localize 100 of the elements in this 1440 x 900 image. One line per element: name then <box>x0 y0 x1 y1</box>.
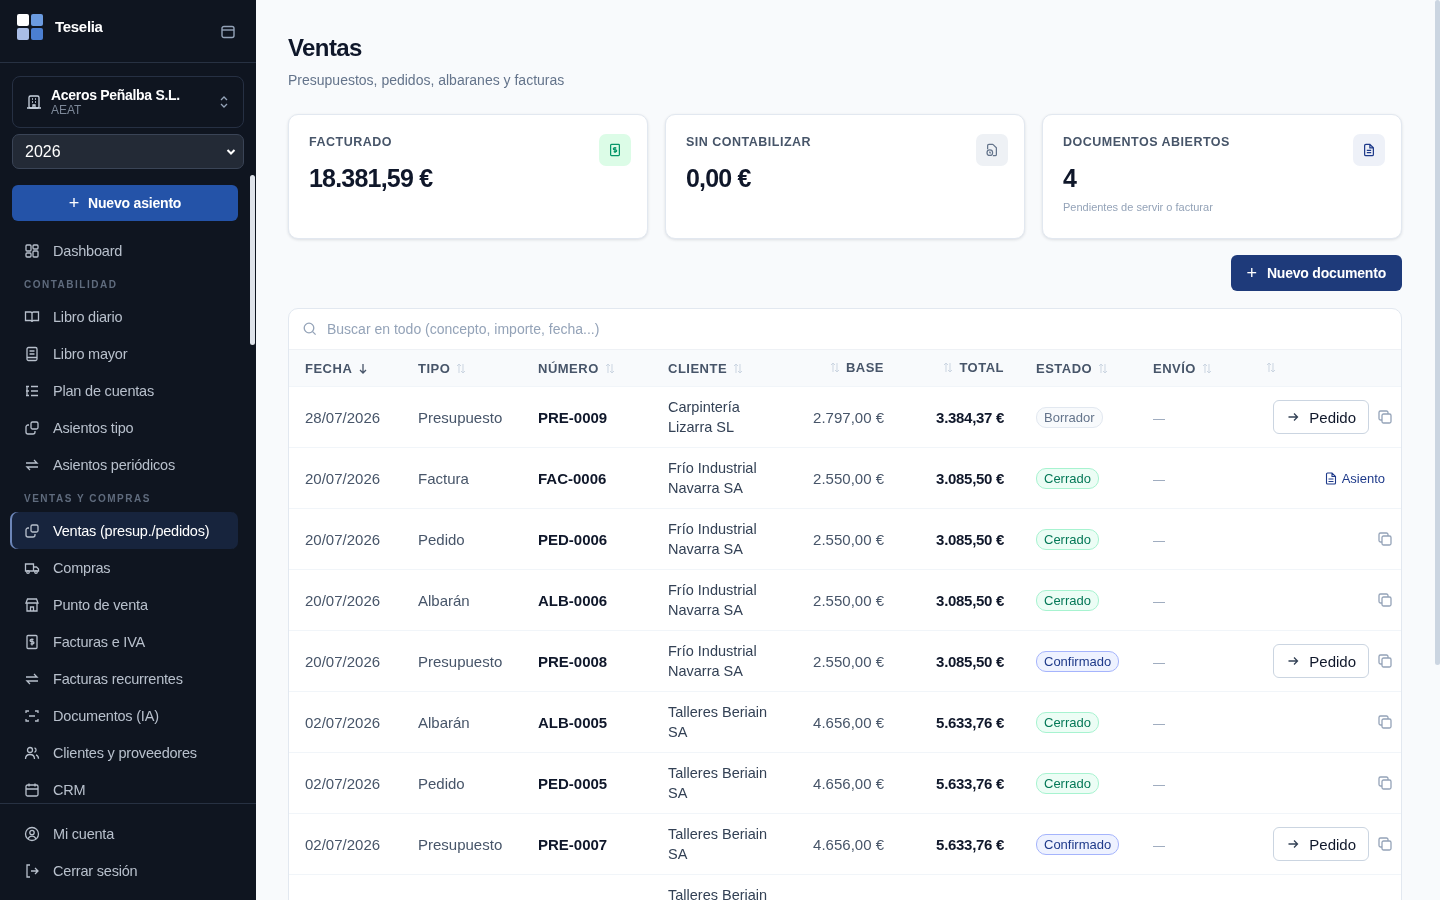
document-number[interactable]: PRE-0008 <box>538 652 608 670</box>
account-menu-item[interactable]: Mi cuenta <box>10 815 238 852</box>
copy-icon[interactable] <box>1377 592 1393 608</box>
company-subtitle: AEAT <box>51 103 83 117</box>
table-cell: 20/07/2026 <box>305 652 381 670</box>
convert-button[interactable]: Pedido <box>1273 644 1369 678</box>
nav-item[interactable]: CRM <box>10 771 238 803</box>
table-cell-text: Frío Industrial Navarra SA <box>668 581 758 620</box>
company-name: Aceros Peñalba S.L. <box>51 87 181 103</box>
column-header[interactable]: BASE <box>845 360 884 375</box>
table-cell: 3.384,37 € <box>936 408 1004 426</box>
building-icon <box>26 94 42 110</box>
copy-icon[interactable] <box>1377 653 1393 669</box>
table-cell: 28/07/2026 <box>305 408 381 426</box>
column-header[interactable]: ENVÍO <box>1153 360 1196 376</box>
copy-icon[interactable] <box>1377 714 1393 730</box>
new-entry-button[interactable]: + Nuevo asiento <box>12 185 238 221</box>
journal-entry-link[interactable]: Asiento <box>1324 470 1385 486</box>
calendar-icon <box>24 781 40 798</box>
table-cell: Presupuesto <box>418 835 503 853</box>
copy-icon[interactable] <box>1377 531 1393 547</box>
table-cell: 2.550,00 € <box>813 652 884 670</box>
sort-icon[interactable] <box>1201 362 1212 374</box>
copy-icon[interactable] <box>1377 409 1393 425</box>
sort-down-icon[interactable] <box>358 362 369 374</box>
nav-item[interactable]: Documentos (IA) <box>10 697 238 734</box>
sort-icon[interactable] <box>1266 361 1276 373</box>
table-cell: 20/07/2026 <box>305 530 381 548</box>
table-cell: Presupuesto <box>418 408 503 426</box>
status-badge: Borrador <box>1036 406 1103 428</box>
table-cell: 3.085,50 € <box>936 469 1004 487</box>
scrollbar-thumb[interactable] <box>250 175 255 345</box>
table-cell: Albarán <box>418 713 470 731</box>
book-icon <box>24 308 40 325</box>
convert-button[interactable]: Pedido <box>1273 400 1369 434</box>
scan-icon <box>24 707 40 724</box>
table-cell: 3.085,50 € <box>936 530 1004 548</box>
account-menu-item[interactable]: Cerrar sesión <box>10 852 238 889</box>
document-number[interactable]: ALB-0006 <box>538 591 608 609</box>
document-number[interactable]: PED-0005 <box>538 774 608 792</box>
table-cell: 4.656,00 € <box>813 774 884 792</box>
status-badge: Confirmado <box>1036 833 1120 855</box>
nav-item[interactable]: Plan de cuentas <box>10 372 238 409</box>
nav-item[interactable]: Ventas (presup./pedidos) <box>10 512 238 549</box>
new-document-button[interactable]: + Nuevo documento <box>1230 255 1402 291</box>
copy-icon[interactable] <box>1377 775 1393 791</box>
nav-item[interactable]: Facturas recurrentes <box>10 660 238 697</box>
stack-icon <box>24 419 40 436</box>
year-select[interactable]: 2026 <box>12 134 244 169</box>
document-clock-icon <box>976 134 1008 166</box>
table-cell-text: Frío Industrial Navarra SA <box>668 642 758 681</box>
table-cell-text: Carpintería Lizarra SL <box>668 398 741 437</box>
sort-icon[interactable] <box>829 362 840 373</box>
document-number[interactable]: ALB-0005 <box>538 713 608 731</box>
sort-icon[interactable] <box>604 362 615 374</box>
nav-item[interactable]: Libro mayor <box>10 335 238 372</box>
nav-item[interactable]: Facturas e IVA <box>10 623 238 660</box>
arrow-right-icon <box>1287 411 1300 423</box>
convert-button[interactable]: Pedido <box>1273 827 1369 861</box>
table-cell: 02/07/2026 <box>305 774 381 792</box>
sort-icon[interactable] <box>733 362 744 374</box>
nav-item[interactable]: Punto de venta <box>10 586 238 623</box>
column-header[interactable]: TIPO <box>418 360 451 376</box>
company-selector[interactable]: Aceros Peñalba S.L. AEAT <box>12 76 244 128</box>
document-number[interactable]: PRE-0007 <box>538 835 608 853</box>
nav-item[interactable]: Asientos tipo <box>10 409 238 446</box>
nav-item[interactable]: Dashboard <box>10 232 238 269</box>
copy-icon[interactable] <box>1377 836 1393 852</box>
stat-value: 18.381,59 € <box>309 164 434 193</box>
sort-icon[interactable] <box>1098 362 1109 374</box>
table-cell: — <box>1153 594 1165 609</box>
status-badge: Cerrado <box>1036 772 1099 794</box>
table-cell: Albarán <box>418 591 470 609</box>
nav-item[interactable]: Libro diario <box>10 298 238 335</box>
nav-section-label: CONTABILIDAD <box>23 278 119 292</box>
ledger-icon <box>24 345 40 362</box>
page-subtitle: Presupuestos, pedidos, albaranes y facturas <box>288 72 566 88</box>
nav-item[interactable]: Compras <box>10 549 238 586</box>
column-header[interactable]: FECHA <box>305 360 353 376</box>
chevron-down-icon <box>226 147 236 156</box>
stat-value: 0,00 € <box>686 164 752 193</box>
status-badge: Confirmado <box>1036 650 1120 672</box>
search-field[interactable]: Buscar en todo (concepto, importe, fecha...) <box>325 320 1387 338</box>
column-header[interactable]: TOTAL <box>959 360 1004 375</box>
nav-item[interactable]: Clientes y proveedores <box>10 734 238 771</box>
stat-label: SIN CONTABILIZAR <box>686 135 812 149</box>
table-cell: 3.085,50 € <box>936 591 1004 609</box>
sort-icon[interactable] <box>943 362 954 373</box>
table-cell-text: Talleres Beriain SA <box>668 825 769 864</box>
table-cell-text: Talleres Beriain SA <box>668 703 769 742</box>
document-number[interactable]: FAC-0006 <box>538 469 607 487</box>
document-number[interactable]: PRE-0009 <box>538 408 608 426</box>
arrow-right-icon <box>1287 838 1300 850</box>
sidebar-toggle-icon[interactable] <box>221 25 235 39</box>
document-number[interactable]: PED-0006 <box>538 530 608 548</box>
scrollbar-thumb[interactable] <box>1435 0 1440 665</box>
nav-item[interactable]: Asientos periódicos <box>10 446 238 483</box>
table-cell: 2.550,00 € <box>813 591 884 609</box>
sort-icon[interactable] <box>456 362 467 374</box>
column-header[interactable]: CLIENTE <box>668 360 728 376</box>
